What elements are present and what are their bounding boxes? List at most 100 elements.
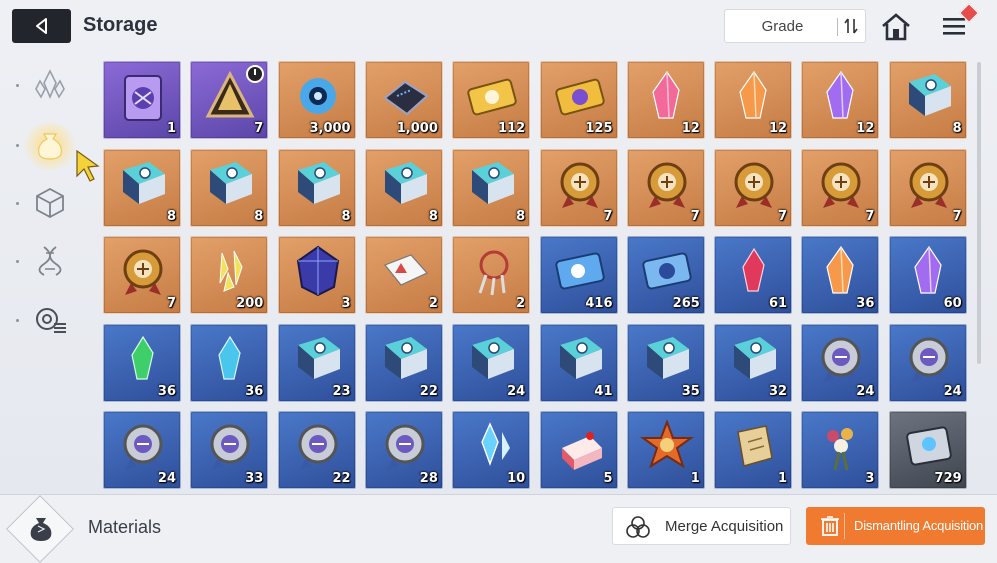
ice-shard-icon xyxy=(481,422,511,467)
item-count: 10 xyxy=(507,471,526,486)
inventory-item[interactable]: 36 xyxy=(190,323,269,402)
inventory-item[interactable]: 1 xyxy=(714,411,793,489)
silver-medal-icon xyxy=(210,424,250,470)
inventory-item[interactable]: 60 xyxy=(888,236,967,314)
sidebar-dot xyxy=(16,84,19,87)
dismantle-label: Dismantling Acquisition xyxy=(854,518,984,533)
inventory-item[interactable]: 8 xyxy=(103,148,181,227)
inventory-item[interactable]: 22 xyxy=(364,323,443,402)
inventory-item[interactable]: 1 xyxy=(626,411,705,489)
inventory-item[interactable]: 125 xyxy=(539,61,618,139)
sidebar-item-crystals[interactable] xyxy=(28,63,72,107)
dismantling-acquisition-button[interactable]: Dismantling Acquisition xyxy=(806,507,985,545)
inventory-item[interactable]: 265 xyxy=(626,236,705,314)
gold-ticket-2-icon xyxy=(554,78,605,116)
item-count: 112 xyxy=(498,121,526,136)
sort-order-icon[interactable] xyxy=(841,16,861,36)
inventory-item[interactable]: 729 xyxy=(888,411,967,489)
sidebar-dot xyxy=(16,202,19,205)
inventory-item[interactable]: 7 xyxy=(190,61,269,139)
item-count: 200 xyxy=(236,296,264,311)
sidebar-item-genes[interactable] xyxy=(28,239,72,283)
item-count: 5 xyxy=(603,471,613,486)
medal-icon xyxy=(821,162,861,208)
inventory-item[interactable]: 8 xyxy=(452,148,531,227)
inventory-item[interactable]: 416 xyxy=(539,236,618,314)
red-crystal-icon xyxy=(742,247,765,292)
inventory-item[interactable]: 7 xyxy=(539,148,618,227)
merge-icon xyxy=(626,516,650,538)
inventory-item[interactable]: 7 xyxy=(626,148,705,227)
inventory-item[interactable]: 61 xyxy=(714,236,793,314)
inventory-item[interactable]: 12 xyxy=(801,61,880,139)
item-count: 36 xyxy=(157,383,176,399)
home-icon[interactable] xyxy=(880,12,912,42)
inventory-item[interactable]: 12 xyxy=(714,61,793,139)
item-count: 125 xyxy=(585,121,613,136)
inventory-item[interactable]: 7 xyxy=(888,148,967,227)
sort-grade-button[interactable]: Grade xyxy=(724,9,866,43)
item-count: 41 xyxy=(594,383,613,399)
inventory-item[interactable]: 3 xyxy=(277,236,356,314)
inventory-item[interactable]: 32 xyxy=(714,323,793,402)
inventory-item[interactable]: 24 xyxy=(103,411,181,489)
item-count: 8 xyxy=(952,121,962,136)
inventory-item[interactable]: 200 xyxy=(190,236,269,314)
inventory-item[interactable]: 24 xyxy=(801,323,880,402)
inventory-item[interactable]: 5 xyxy=(539,411,618,489)
dreamcatcher-icon xyxy=(478,250,509,296)
item-count: 7 xyxy=(778,208,788,224)
back-button[interactable] xyxy=(12,9,71,43)
inventory-item[interactable]: 35 xyxy=(626,323,705,402)
book-icon xyxy=(472,161,515,204)
inventory-item[interactable]: 2 xyxy=(452,236,531,314)
dna-icon xyxy=(38,246,62,276)
sidebar-item-modules[interactable] xyxy=(28,181,72,225)
inventory-item[interactable]: 33 xyxy=(190,411,269,489)
scroll-icon xyxy=(737,425,773,467)
blue-ticket-icon xyxy=(554,252,605,290)
inventory-item[interactable]: 3,000 xyxy=(277,61,356,139)
sort-divider xyxy=(837,18,838,36)
materials-bag-icon xyxy=(24,511,58,545)
item-count: 1 xyxy=(690,471,700,486)
inventory-item[interactable]: 28 xyxy=(364,411,443,489)
book-icon xyxy=(734,336,777,379)
item-count: 265 xyxy=(672,296,700,311)
sidebar-item-materials[interactable] xyxy=(28,123,72,167)
inventory-item[interactable]: 8 xyxy=(277,148,356,227)
sidebar-item-equipment[interactable] xyxy=(28,298,72,342)
inventory-item[interactable]: 41 xyxy=(539,323,618,402)
inventory-item[interactable]: 10 xyxy=(452,411,531,489)
inventory-item[interactable]: 7 xyxy=(801,148,880,227)
inventory-item[interactable]: 36 xyxy=(801,236,880,314)
item-count: 8 xyxy=(341,208,351,224)
grid-scrollbar[interactable] xyxy=(977,62,981,364)
pouch-icon xyxy=(38,133,62,160)
inventory-item[interactable]: 7 xyxy=(103,236,181,314)
item-count: 12 xyxy=(856,121,875,136)
item-count: 7 xyxy=(166,296,176,311)
sidebar-dot xyxy=(16,319,19,322)
pink-crystal-icon xyxy=(652,70,680,119)
inventory-item[interactable]: 22 xyxy=(277,411,356,489)
inventory-item[interactable]: 112 xyxy=(452,61,531,139)
inventory-item[interactable]: 24 xyxy=(452,323,531,402)
book-icon xyxy=(297,336,340,379)
merge-acquisition-button[interactable]: Merge Acquisition xyxy=(612,507,791,545)
inventory-item[interactable]: 8 xyxy=(364,148,443,227)
inventory-item[interactable]: 2 xyxy=(364,236,443,314)
inventory-item[interactable]: 1,000 xyxy=(364,61,443,139)
item-count: 3 xyxy=(865,471,875,486)
inventory-item[interactable]: 23 xyxy=(277,323,356,402)
inventory-item[interactable]: 24 xyxy=(888,323,967,402)
inventory-item[interactable]: 12 xyxy=(626,61,705,139)
item-count: 7 xyxy=(254,121,264,136)
inventory-item[interactable]: 8 xyxy=(888,61,967,139)
inventory-item[interactable]: 8 xyxy=(190,148,269,227)
inventory-item[interactable]: 3 xyxy=(801,411,880,489)
inventory-item[interactable]: 7 xyxy=(714,148,793,227)
inventory-item[interactable]: 36 xyxy=(103,323,181,402)
cyan-crystal-icon xyxy=(218,335,241,380)
inventory-item[interactable]: 1 xyxy=(103,61,181,139)
